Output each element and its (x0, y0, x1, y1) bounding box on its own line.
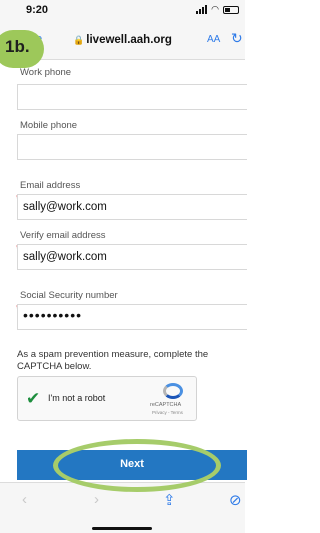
next-button[interactable]: Next (17, 450, 247, 480)
verify-email-label: Verify email address (20, 230, 106, 241)
email-label: Email address (20, 180, 81, 191)
recaptcha-terms-link[interactable]: Privacy - Terms (152, 410, 183, 415)
status-icons: ◠ (196, 4, 239, 15)
step-label: 1b. (5, 37, 30, 56)
home-indicator (92, 527, 152, 530)
status-bar: 9:20 ◠ (0, 0, 245, 22)
forward-icon[interactable]: › (94, 491, 99, 508)
email-value: sally@work.com (23, 201, 107, 213)
recaptcha-brand: reCAPTCHA (150, 402, 182, 408)
checkmark-icon[interactable]: ✔ (26, 389, 40, 409)
robot-checkbox-label: I'm not a robot (48, 393, 106, 403)
work-phone-field[interactable] (17, 84, 247, 110)
lock-icon: 🔒 (73, 35, 85, 45)
battery-icon (223, 5, 239, 14)
url-text: livewell.aah.org (86, 34, 172, 46)
step-badge: 1b. (0, 30, 44, 68)
mobile-phone-field[interactable] (17, 134, 247, 160)
ssn-value: •••••••••• (23, 307, 83, 323)
browser-toolbar: ‹ › ⇪ ⊘ (0, 482, 245, 533)
reload-icon[interactable]: ↻ (231, 30, 243, 47)
back-icon[interactable]: ‹ (22, 491, 27, 508)
share-icon[interactable]: ⇪ (163, 491, 176, 509)
text-size-button[interactable]: AA (207, 34, 220, 45)
ssn-field[interactable]: •••••••••• (17, 304, 247, 330)
work-phone-label: Work phone (20, 67, 72, 78)
recaptcha-logo-icon (163, 383, 183, 399)
compass-icon[interactable]: ⊘ (229, 491, 242, 509)
email-field[interactable]: sally@work.com (17, 194, 247, 220)
verify-email-value: sally@work.com (23, 251, 107, 263)
ssn-label: Social Security number (20, 290, 118, 301)
wifi-icon: ◠ (211, 4, 219, 14)
verify-email-field[interactable]: sally@work.com (17, 244, 247, 270)
recaptcha-widget[interactable]: ✔ I'm not a robot reCAPTCHA Privacy - Te… (17, 376, 197, 421)
captcha-instruction: As a spam prevention measure, complete t… (17, 349, 209, 372)
next-button-label: Next (120, 458, 144, 470)
mobile-phone-label: Mobile phone (20, 120, 78, 131)
signal-icon (196, 5, 208, 14)
status-time: 9:20 (26, 4, 49, 16)
